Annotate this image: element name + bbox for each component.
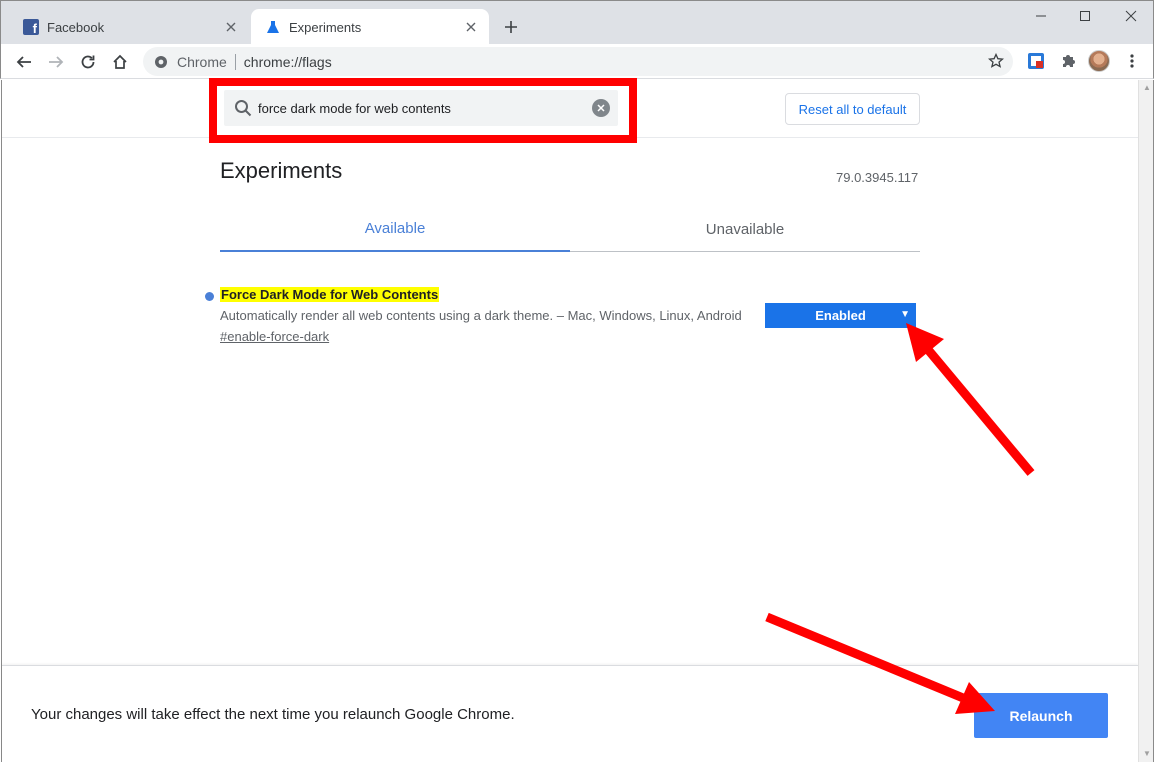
window-close-icon[interactable]: [1119, 5, 1143, 27]
scroll-down-icon[interactable]: ▼: [1142, 749, 1152, 759]
menu-kebab-icon[interactable]: [1121, 50, 1143, 72]
modified-indicator: [205, 292, 214, 301]
new-tab-button[interactable]: [499, 15, 523, 39]
version-label: 79.0.3945.117: [836, 170, 919, 185]
address-bar[interactable]: Chrome chrome://flags: [143, 47, 1013, 76]
tab-available[interactable]: Available: [220, 207, 570, 252]
omnibox-divider: [234, 53, 236, 70]
url-text[interactable]: chrome://flags: [244, 54, 332, 70]
scroll-up-icon[interactable]: ▲: [1142, 83, 1152, 93]
tab-unavailable[interactable]: Unavailable: [570, 207, 920, 251]
tab-strip: f Facebook Experiments: [0, 0, 1154, 45]
browser-toolbar: Chrome chrome://flags: [0, 44, 1154, 79]
flag-state-select[interactable]: Enabled ▼: [765, 303, 916, 328]
scheme-label: Chrome: [177, 53, 227, 70]
home-icon[interactable]: [107, 49, 133, 75]
flag-description: Automatically render all web contents us…: [220, 308, 742, 323]
forward-icon[interactable]: [43, 49, 69, 75]
minimize-icon[interactable]: [1029, 5, 1053, 27]
back-icon[interactable]: [11, 49, 37, 75]
avatar[interactable]: [1088, 50, 1110, 72]
flags-tabs: Available Unavailable: [220, 207, 920, 252]
puzzle-icon[interactable]: [1057, 50, 1079, 72]
flag-permalink[interactable]: #enable-force-dark: [220, 329, 329, 344]
annotation-highlight-box: [209, 78, 637, 143]
close-icon[interactable]: [221, 17, 241, 37]
maximize-icon[interactable]: [1073, 5, 1097, 27]
page-title: Experiments: [220, 158, 343, 183]
flask-icon: [265, 19, 281, 35]
scrollbar[interactable]: ▲ ▼: [1138, 80, 1154, 762]
close-icon[interactable]: [461, 17, 481, 37]
flag-state-value: Enabled: [815, 308, 866, 323]
tab-title: Facebook: [47, 19, 105, 35]
reset-all-button[interactable]: Reset all to default: [785, 93, 920, 125]
reload-icon[interactable]: [75, 49, 101, 75]
tab-experiments[interactable]: Experiments: [251, 9, 489, 45]
relaunch-footer: Your changes will take effect the next t…: [2, 665, 1138, 762]
dropdown-caret-icon: ▼: [900, 309, 910, 320]
flag-name: Force Dark Mode for Web Contents: [220, 287, 440, 302]
facebook-icon: f: [23, 19, 39, 35]
relaunch-button[interactable]: Relaunch: [974, 693, 1108, 738]
extension-icon[interactable]: [1025, 50, 1047, 72]
relaunch-message: Your changes will take effect the next t…: [31, 706, 515, 723]
chrome-icon: [153, 54, 169, 70]
bookmark-star-icon[interactable]: [987, 52, 1005, 70]
flags-page: force dark mode for web contents Reset a…: [1, 80, 1138, 762]
tab-title: Experiments: [289, 19, 362, 35]
tab-facebook[interactable]: f Facebook: [9, 9, 249, 45]
